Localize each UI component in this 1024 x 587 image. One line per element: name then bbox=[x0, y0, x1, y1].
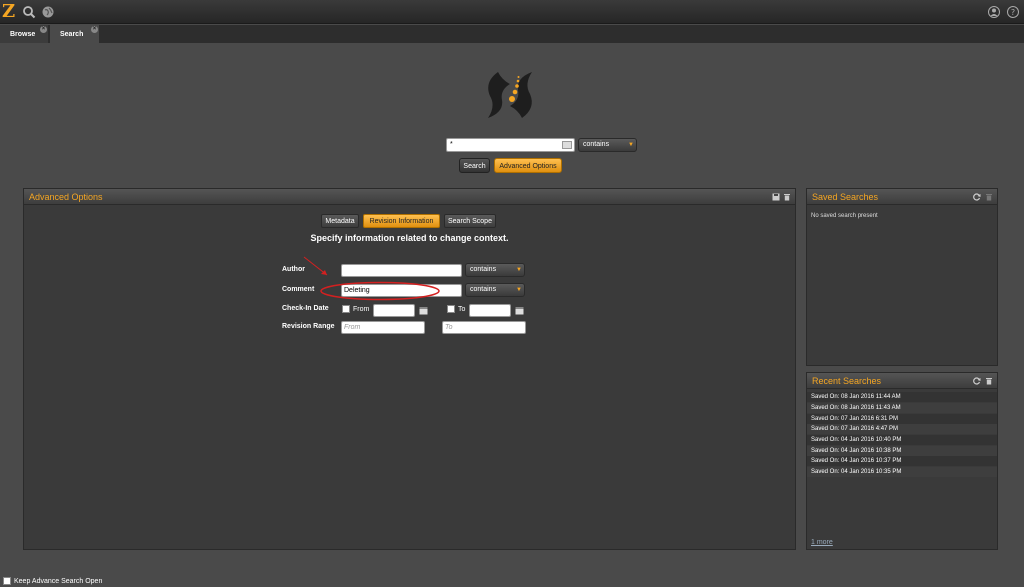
search-options-icon[interactable] bbox=[562, 141, 572, 149]
saved-searches-empty: No saved search present bbox=[811, 213, 878, 219]
product-logo bbox=[488, 72, 532, 118]
tab-revision-information[interactable]: Revision Information bbox=[363, 214, 440, 228]
search-button[interactable]: Search bbox=[459, 158, 490, 173]
recent-search-item[interactable]: Saved On: 04 Jan 2016 10:40 PM bbox=[807, 435, 997, 445]
tab-search-label: Search bbox=[60, 31, 84, 38]
revision-range-label: Revision Range bbox=[282, 323, 335, 330]
svg-text:?: ? bbox=[1011, 8, 1015, 17]
recent-search-item[interactable]: Saved On: 04 Jan 2016 10:38 PM bbox=[807, 446, 997, 456]
user-icon[interactable] bbox=[987, 5, 1001, 19]
keep-open-option: Keep Advance Search Open bbox=[3, 577, 102, 585]
help-icon[interactable]: ? bbox=[1006, 5, 1020, 19]
recent-search-item[interactable]: Saved On: 04 Jan 2016 10:37 PM bbox=[807, 456, 997, 466]
tab-browse-label: Browse bbox=[10, 31, 36, 38]
tab-bar: Browse × Search × bbox=[0, 25, 1024, 43]
checkin-from-field[interactable] bbox=[373, 304, 415, 317]
search-input[interactable]: * bbox=[446, 138, 575, 152]
chevron-down-icon: ▼ bbox=[516, 267, 522, 273]
checkin-to-field[interactable] bbox=[469, 304, 511, 317]
recent-searches-title: Recent Searches bbox=[812, 376, 882, 386]
search-query: * bbox=[450, 141, 453, 148]
panel-header: Saved Searches bbox=[807, 189, 997, 205]
checkin-to-checkbox[interactable] bbox=[447, 305, 455, 313]
recent-search-item[interactable]: Saved On: 07 Jan 2016 4:47 PM bbox=[807, 424, 997, 434]
author-operator-select[interactable]: contains ▼ bbox=[465, 263, 525, 277]
context-heading: Specify information related to change co… bbox=[310, 233, 509, 243]
recent-search-item[interactable]: Saved On: 04 Jan 2016 10:35 PM bbox=[807, 467, 997, 477]
tab-search[interactable]: Search × bbox=[50, 25, 99, 43]
trash-icon[interactable] bbox=[985, 377, 993, 385]
panel-header: Recent Searches bbox=[807, 373, 997, 389]
checkin-from-checkbox[interactable] bbox=[342, 305, 350, 313]
recent-search-item[interactable]: Saved On: 08 Jan 2016 11:44 AM bbox=[807, 392, 997, 402]
to-label: To bbox=[458, 306, 466, 313]
recent-search-item[interactable]: Saved On: 08 Jan 2016 11:43 AM bbox=[807, 403, 997, 413]
saved-searches-panel: Saved Searches No saved search present bbox=[806, 188, 998, 366]
search-operator-select[interactable]: contains ▼ bbox=[578, 138, 637, 152]
comment-operator-value: contains bbox=[470, 286, 497, 293]
search-icon[interactable] bbox=[22, 5, 36, 19]
search-operator-value: contains bbox=[583, 141, 610, 148]
recent-search-item[interactable]: Saved On: 07 Jan 2016 6:31 PM bbox=[807, 414, 997, 424]
keep-open-label: Keep Advance Search Open bbox=[14, 577, 103, 585]
panel-header: Advanced Options bbox=[24, 189, 795, 205]
app-logo[interactable]: Z bbox=[2, 1, 15, 23]
close-icon[interactable]: × bbox=[40, 26, 47, 33]
tab-metadata[interactable]: Metadata bbox=[321, 214, 359, 228]
sub-tabs: Metadata Revision Information Search Sco… bbox=[321, 214, 501, 228]
from-label: From bbox=[353, 306, 370, 313]
calendar-icon[interactable] bbox=[419, 306, 428, 315]
globe-icon[interactable] bbox=[41, 5, 55, 19]
tab-search-scope[interactable]: Search Scope bbox=[444, 214, 496, 228]
checkin-date-label: Check-In Date bbox=[282, 305, 329, 312]
revision-to-field[interactable]: To bbox=[442, 321, 526, 334]
chevron-down-icon: ▼ bbox=[628, 142, 634, 148]
author-operator-value: contains bbox=[470, 266, 497, 273]
close-icon[interactable]: × bbox=[91, 26, 98, 33]
chevron-down-icon: ▼ bbox=[516, 287, 522, 293]
refresh-icon[interactable] bbox=[973, 377, 981, 385]
panel-title: Advanced Options bbox=[29, 192, 103, 202]
comment-operator-select[interactable]: contains ▼ bbox=[465, 283, 525, 297]
keep-open-checkbox[interactable] bbox=[3, 577, 11, 585]
refresh-icon[interactable] bbox=[973, 193, 981, 201]
trash-icon[interactable] bbox=[985, 193, 993, 201]
advanced-options-panel: Advanced Options Metadata Revision Infor… bbox=[23, 188, 796, 550]
annotation-highlight bbox=[303, 256, 440, 301]
advanced-options-button[interactable]: Advanced Options bbox=[494, 158, 562, 173]
more-link[interactable]: 1 more bbox=[811, 539, 833, 546]
saved-searches-title: Saved Searches bbox=[812, 192, 879, 202]
revision-from-field[interactable]: From bbox=[341, 321, 425, 334]
top-bar: Z ? bbox=[0, 0, 1024, 24]
calendar-icon[interactable] bbox=[515, 306, 524, 315]
recent-searches-panel: Recent Searches Saved On: 08 Jan 2016 11… bbox=[806, 372, 998, 550]
trash-icon[interactable] bbox=[783, 193, 791, 201]
tab-browse[interactable]: Browse × bbox=[0, 25, 48, 43]
save-icon[interactable] bbox=[772, 193, 780, 201]
